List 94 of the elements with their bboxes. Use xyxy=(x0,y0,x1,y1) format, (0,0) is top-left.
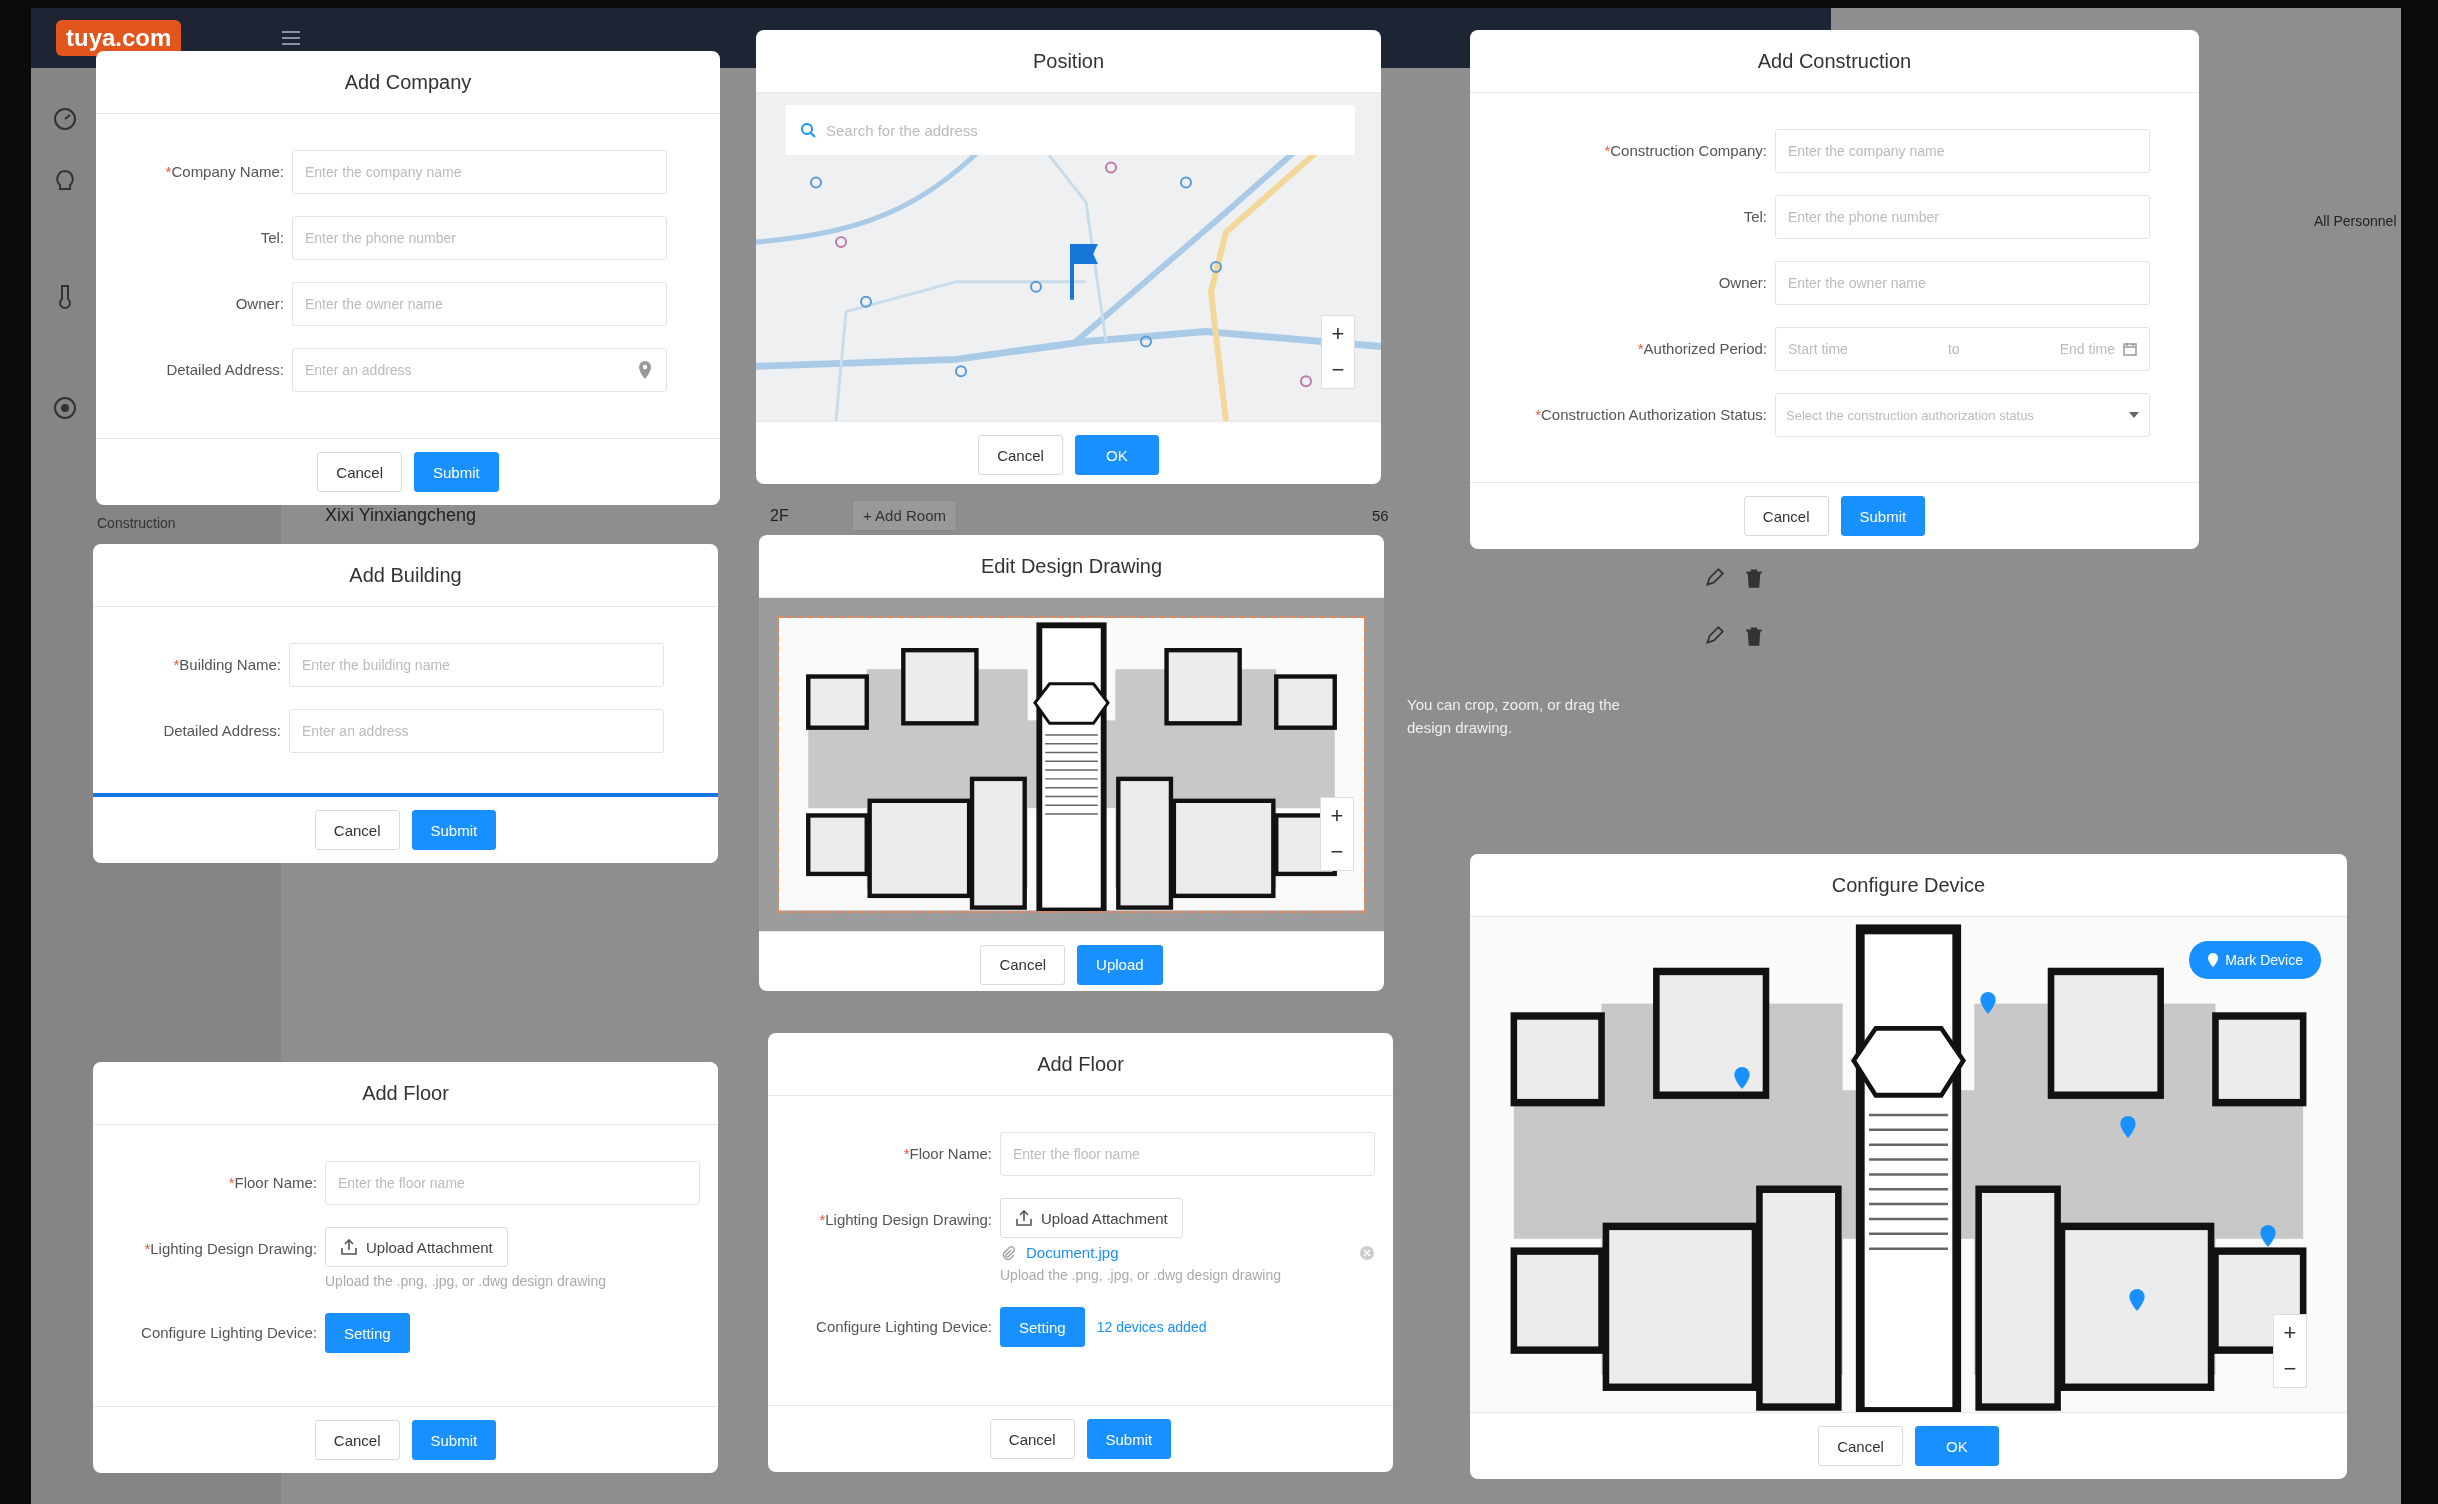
field-label: *Company Name: xyxy=(164,162,285,182)
device-pin-icon[interactable] xyxy=(2127,1288,2146,1313)
field-label: Configure Lighting Device: xyxy=(815,1317,993,1337)
upload-icon xyxy=(340,1238,358,1256)
search-field[interactable]: Search for the address xyxy=(786,105,1355,155)
device-pin-icon[interactable] xyxy=(1978,991,1997,1016)
field-label: Detailed Address: xyxy=(165,360,285,380)
devices-added-link[interactable]: 12 devices added xyxy=(1096,1319,1207,1335)
range-separator: to xyxy=(1948,341,1960,357)
field-label: Configure Lighting Device: xyxy=(140,1323,318,1343)
crop-frame[interactable]: + − xyxy=(777,616,1366,913)
project-name: Xixi Yinxiangcheng xyxy=(325,505,478,526)
confirm-button[interactable]: Submit xyxy=(1086,1419,1172,1459)
setting-button[interactable]: Setting xyxy=(325,1313,410,1353)
edit-icon[interactable] xyxy=(1703,625,1725,647)
search-icon xyxy=(800,122,816,138)
confirm-button[interactable]: OK xyxy=(1074,435,1159,475)
dialog-title: Add Building xyxy=(349,563,462,587)
delete-icon[interactable] xyxy=(1743,567,1765,589)
text-field[interactable]: Enter the company name xyxy=(292,150,667,194)
upload-hint: Upload the .png, .jpg, or .dwg design drawing xyxy=(1000,1267,1281,1283)
text-field[interactable]: Enter the phone number xyxy=(292,216,667,260)
cancel-button[interactable]: Cancel xyxy=(317,452,402,492)
cancel-button[interactable]: Cancel xyxy=(314,810,400,850)
end-time-field[interactable]: End time xyxy=(2059,341,2115,357)
delete-icon[interactable] xyxy=(1743,625,1765,647)
hint-text: You can crop, zoom, or drag the design drawing. xyxy=(1407,695,1621,738)
confirm-button[interactable]: OK xyxy=(1914,1426,1999,1466)
cancel-button[interactable]: Cancel xyxy=(980,944,1066,985)
cancel-button[interactable]: Cancel xyxy=(978,435,1063,475)
cancel-button[interactable]: Cancel xyxy=(314,1420,400,1460)
upload-icon xyxy=(1015,1209,1033,1227)
select-field[interactable]: Select the construction authorization status xyxy=(1775,393,2150,437)
upload-button[interactable]: Upload Attachment xyxy=(1000,1198,1183,1238)
pin-icon xyxy=(2207,952,2220,968)
edit-icon[interactable] xyxy=(1703,567,1725,589)
date-range-field[interactable]: Start time to End time xyxy=(1775,327,2150,371)
side-label: All Personnel xyxy=(2314,213,2397,229)
text-field[interactable]: Enter the phone number xyxy=(1775,195,2150,239)
text-field[interactable]: Enter an address xyxy=(289,709,664,753)
confirm-button[interactable]: Submit xyxy=(414,452,499,492)
confirm-button[interactable]: Submit xyxy=(411,810,497,850)
upload-button[interactable]: Upload Attachment xyxy=(325,1227,508,1267)
dialog-title: Edit Design Drawing xyxy=(980,554,1163,578)
device-pin-icon[interactable] xyxy=(2259,1223,2278,1248)
confirm-button[interactable]: Submit xyxy=(411,1420,497,1460)
dialog-title: Add Floor xyxy=(362,1081,449,1105)
cancel-button[interactable]: Cancel xyxy=(1818,1426,1903,1466)
field-label: *Lighting Design Drawing: xyxy=(818,1210,993,1230)
cancel-button[interactable]: Cancel xyxy=(1743,496,1829,536)
field-label: Owner: xyxy=(234,294,285,314)
text-field[interactable]: Enter the owner name xyxy=(1775,261,2150,305)
calendar-icon xyxy=(2123,342,2137,356)
text-field[interactable]: Enter the company name xyxy=(1775,129,2150,173)
start-time-field[interactable]: Start time xyxy=(1788,341,1848,357)
address-field[interactable]: Enter an address xyxy=(292,348,667,392)
location-pin-icon xyxy=(637,360,653,380)
field-label: *Floor Name: xyxy=(227,1173,318,1193)
logo[interactable]: tuya.com xyxy=(56,20,182,56)
field-label: Tel: xyxy=(259,228,285,248)
field-label: *Construction Authorization Status: xyxy=(1534,405,1768,425)
dialog-title: Add Construction xyxy=(1757,49,1912,73)
device-pin-icon[interactable] xyxy=(1733,1065,1752,1090)
file-link[interactable]: Document.jpg xyxy=(1026,1244,1349,1261)
field-label: *Construction Company: xyxy=(1603,141,1768,161)
dialog-title: Add Floor xyxy=(1037,1052,1124,1076)
device-count: 56 xyxy=(1372,507,1389,524)
device-pin-icon[interactable] xyxy=(2118,1115,2137,1139)
add-room-button[interactable]: + Add Room xyxy=(852,500,957,531)
field-label: *Authorized Period: xyxy=(1636,339,1768,359)
menu-icon[interactable] xyxy=(281,30,302,46)
dialog-title: Position xyxy=(1032,49,1105,73)
dialog-title: Add Company xyxy=(344,70,472,94)
text-field[interactable]: Enter the owner name xyxy=(292,282,667,326)
field-label: *Floor Name: xyxy=(902,1144,993,1164)
field-label: Detailed Address: xyxy=(162,721,282,741)
setting-button[interactable]: Setting xyxy=(1000,1307,1085,1347)
paperclip-icon xyxy=(1000,1244,1016,1261)
upload-hint: Upload the .png, .jpg, or .dwg design drawing xyxy=(325,1273,606,1289)
field-label: *Lighting Design Drawing: xyxy=(143,1239,318,1259)
mark-device-button[interactable]: Mark Device xyxy=(2189,941,2321,979)
cancel-button[interactable]: Cancel xyxy=(989,1419,1075,1459)
text-field[interactable]: Enter the building name xyxy=(289,643,664,687)
field-label: Owner: xyxy=(1717,273,1768,293)
text-field[interactable]: Enter the floor name xyxy=(1000,1132,1375,1176)
text-field[interactable]: Enter the floor name xyxy=(325,1161,700,1205)
dialog-title: Configure Device xyxy=(1831,873,1986,897)
field-label: Tel: xyxy=(1742,207,1768,227)
floor-label: 2F xyxy=(770,506,790,525)
sidebar-item[interactable]: Construction xyxy=(97,515,237,531)
caret-icon xyxy=(2129,412,2139,418)
confirm-button[interactable]: Submit xyxy=(1840,496,1926,536)
field-label: *Building Name: xyxy=(172,655,282,675)
confirm-button[interactable]: Upload xyxy=(1077,944,1163,985)
